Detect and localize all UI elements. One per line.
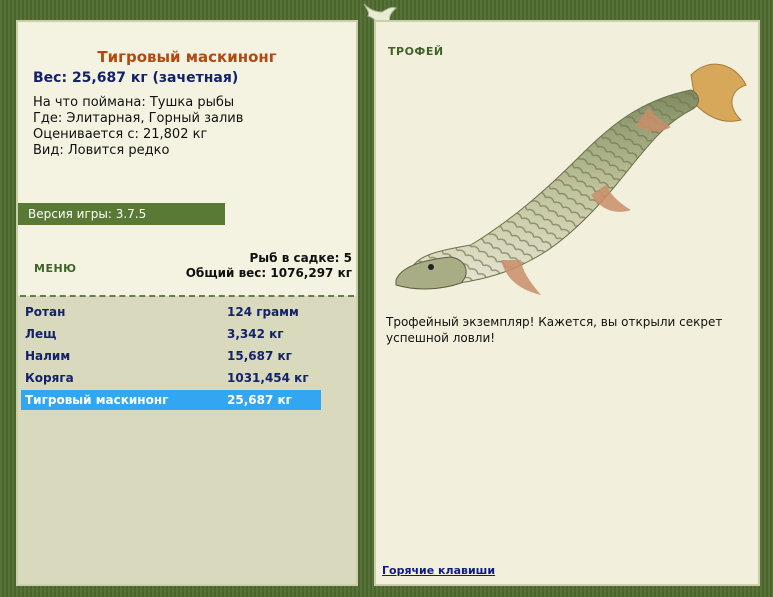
game-version: Версия игры: 3.7.5: [18, 203, 225, 225]
catch-weight: 15,687 кг: [227, 349, 292, 363]
fish-title: Тигровый маскинонг: [97, 48, 277, 66]
fish-weight: Вес: 25,687 кг (зачетная): [33, 70, 239, 86]
fish-info-panel: Тигровый маскинонг Вес: 25,687 кг (зачет…: [16, 20, 358, 586]
catch-row[interactable]: Налим 15,687 кг: [21, 346, 321, 366]
fish-bait: На что поймана: Тушка рыбы: [33, 95, 235, 110]
catch-weight: 3,342 кг: [227, 327, 284, 341]
catch-weight: 124 грамм: [227, 305, 299, 319]
fish-location: Где: Элитарная, Горный залив: [33, 111, 244, 126]
catch-name: Лещ: [25, 327, 57, 341]
catch-weight: 25,687 кг: [227, 393, 292, 407]
fish-valued: Оценивается с: 21,802 кг: [33, 127, 208, 142]
trophy-panel: ТРОФЕЙ Трофейный экземпляр! Кажется, вы …: [374, 20, 760, 586]
catch-weight: 1031,454 кг: [227, 371, 309, 385]
catch-row-selected[interactable]: Тигровый маскинонг 25,687 кг: [21, 390, 321, 410]
catch-name: Ротан: [25, 305, 66, 319]
keepnet-stats: Рыб в садке: 5 Общий вес: 1076,297 кг: [186, 251, 352, 281]
catch-row[interactable]: Ротан 124 грамм: [21, 302, 321, 322]
catch-row[interactable]: Лещ 3,342 кг: [21, 324, 321, 344]
fish-count: Рыб в садке: 5: [249, 251, 353, 265]
hotkeys-link[interactable]: Горячие клавиши: [382, 564, 495, 577]
menu-label[interactable]: МЕНЮ: [34, 262, 77, 275]
divider: [20, 295, 354, 297]
total-weight: Общий вес: 1076,297 кг: [185, 266, 352, 280]
catch-name: Коряга: [25, 371, 74, 385]
catch-name: Тигровый маскинонг: [25, 393, 169, 407]
catch-name: Налим: [25, 349, 71, 363]
muskellunge-fish-image: [395, 63, 747, 295]
trophy-message: Трофейный экземпляр! Кажется, вы открыли…: [386, 315, 723, 345]
fish-kind: Вид: Ловится редко: [33, 143, 170, 158]
catch-row[interactable]: Коряга 1031,454 кг: [21, 368, 321, 388]
